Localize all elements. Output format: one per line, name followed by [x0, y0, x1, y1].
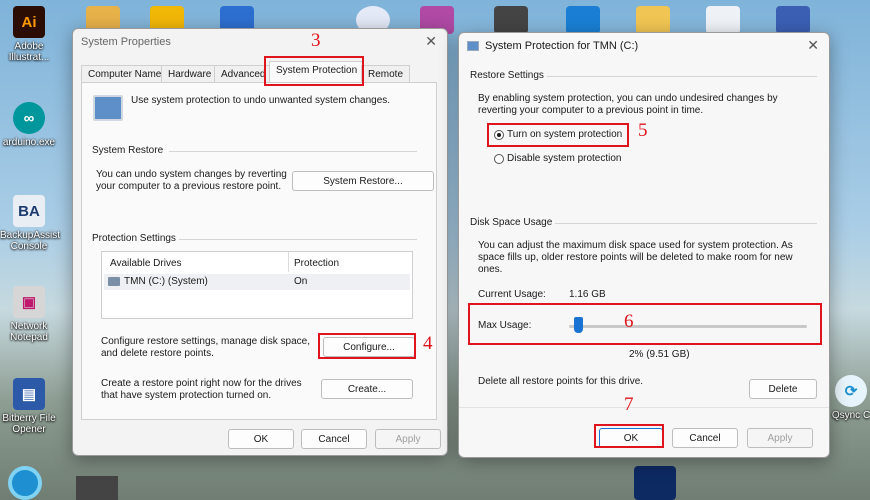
desktop-icon-illustrator[interactable]: Ai Adobe Illustrat...	[0, 6, 58, 63]
drive-protection: On	[294, 276, 308, 287]
desktop-icon-label: BackupAssist Console	[0, 230, 61, 252]
column-header-drives[interactable]: Available Drives	[110, 258, 182, 270]
divider	[547, 76, 817, 77]
folder-icon[interactable]	[636, 6, 670, 34]
close-icon[interactable]: ✕	[807, 37, 819, 54]
system-protection-icon	[93, 95, 123, 121]
drive-icon	[108, 277, 120, 286]
illustrator-icon: Ai	[13, 6, 45, 38]
visio-icon[interactable]	[776, 6, 810, 34]
backupassist-top-icon[interactable]	[706, 6, 740, 34]
highlight-turn-on-option	[487, 123, 629, 147]
current-usage-value: 1.16 GB	[569, 289, 606, 300]
footer-divider	[459, 407, 829, 408]
desktop-thumbnail-icon[interactable]	[76, 476, 118, 500]
restore-settings-text: By enabling system protection, you can u…	[478, 93, 778, 116]
drive-name: TMN (C:) (System)	[124, 276, 208, 287]
close-icon[interactable]: ✕	[425, 33, 437, 50]
bitberry-icon: ▤	[13, 378, 45, 410]
desktop-icon-label: Adobe Illustrat...	[8, 41, 50, 63]
window-title: System Properties	[81, 36, 171, 48]
system-protection-dialog: System Protection for TMN (C:) ✕ Restore…	[458, 32, 830, 458]
backupassist-icon: BA	[13, 195, 45, 227]
highlight-configure-button	[318, 333, 416, 359]
divider	[555, 223, 817, 224]
search-circle-icon[interactable]	[8, 466, 42, 500]
intro-text: Use system protection to undo unwanted s…	[131, 95, 391, 106]
create-button[interactable]: Create...	[321, 379, 413, 399]
desktop-icon-network-notepad[interactable]: ▣ Network Notepad	[0, 286, 58, 343]
current-usage-label: Current Usage:	[478, 289, 546, 300]
desktop-icon-label: arduino.exe	[2, 137, 56, 148]
disk-space-text: You can adjust the maximum disk space us…	[478, 240, 793, 275]
disk-space-group-label: Disk Space Usage	[470, 217, 553, 228]
highlight-system-protection-tab	[264, 56, 364, 86]
tab-hardware[interactable]: Hardware	[161, 65, 219, 83]
desktop-icon-bitberry[interactable]: ▤ Bitberry File Opener	[0, 378, 58, 435]
step-5-label: 5	[638, 120, 648, 141]
tab-computer-name[interactable]: Computer Name	[81, 65, 169, 83]
step-7-label: 7	[624, 394, 634, 415]
desktop-app-icon[interactable]	[634, 466, 676, 500]
terminal-icon[interactable]	[566, 6, 600, 34]
column-header-protection[interactable]: Protection	[294, 258, 339, 270]
highlight-max-usage	[468, 303, 822, 345]
create-text: Create a restore point right now for the…	[101, 378, 302, 401]
restore-settings-group-label: Restore Settings	[470, 70, 544, 81]
system-properties-window: System Properties ✕ Computer Name Hardwa…	[72, 28, 448, 456]
delete-button[interactable]: Delete	[749, 379, 817, 399]
protection-settings-group-label: Protection Settings	[92, 233, 176, 244]
qsync-icon: ⟳	[835, 375, 867, 407]
cancel-button[interactable]: Cancel	[672, 428, 738, 448]
table-row[interactable]: TMN (C:) (System) On	[104, 274, 410, 290]
radio-disable[interactable]	[494, 154, 504, 164]
option-disable-label[interactable]: Disable system protection	[507, 153, 622, 165]
apply-button[interactable]: Apply	[747, 428, 813, 448]
divider	[179, 239, 417, 240]
step-4-label: 4	[423, 333, 433, 354]
ok-button[interactable]: OK	[228, 429, 294, 449]
network-notepad-icon: ▣	[13, 286, 45, 318]
apply-button[interactable]: Apply	[375, 429, 441, 449]
step-3-label: 3	[311, 30, 321, 51]
cancel-button[interactable]: Cancel	[301, 429, 367, 449]
delete-text: Delete all restore points for this drive…	[478, 376, 644, 387]
desktop-icon-qsync[interactable]: ⟳ Qsync C	[828, 375, 870, 421]
system-restore-text: You can undo system changes by reverting…	[96, 169, 287, 192]
drives-table: Available Drives Protection TMN (C:) (Sy…	[101, 251, 413, 319]
desktop-icon-label: Bitberry File Opener	[2, 413, 56, 435]
desktop-icon-label: Qsync C	[831, 410, 870, 421]
highlight-ok-button	[594, 424, 664, 448]
desktop-icon-arduino[interactable]: ∞ arduino.exe	[0, 102, 58, 148]
configure-text: Configure restore settings, manage disk …	[101, 336, 310, 359]
desktop-icon-label: Network Notepad	[10, 321, 48, 343]
step-6-label: 6	[624, 311, 634, 332]
dialog-title: System Protection for TMN (C:)	[485, 40, 639, 52]
divider	[169, 151, 417, 152]
column-divider	[288, 252, 289, 272]
system-restore-button[interactable]: System Restore...	[292, 171, 434, 191]
max-usage-value: 2% (9.51 GB)	[629, 349, 690, 360]
tab-remote[interactable]: Remote	[361, 65, 411, 83]
sublime-icon[interactable]	[494, 6, 528, 34]
desktop-icon-backupassist[interactable]: BA BackupAssist Console	[0, 195, 61, 252]
system-restore-group-label: System Restore	[92, 145, 164, 156]
arduino-icon: ∞	[13, 102, 45, 134]
